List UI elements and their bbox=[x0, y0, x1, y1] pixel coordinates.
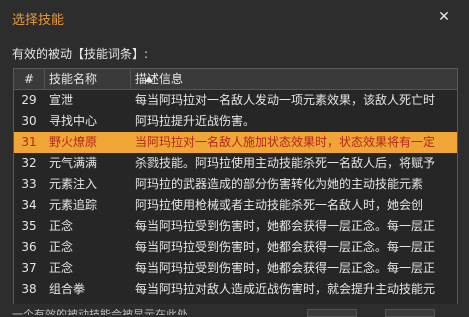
select-skill-dialog: 选择技能 ✕ 有效的被动【技能词条】: # 技能名称 描述信息 29 宣泄 每当阿玛… bbox=[0, 0, 469, 317]
table-row[interactable]: 33 元素注入 阿玛拉的武器造成的部分伤害转化为她的主动技能元素 bbox=[14, 174, 457, 195]
dialog-titlebar: 选择技能 ✕ bbox=[0, 0, 469, 36]
dialog-title: 选择技能 bbox=[12, 13, 65, 28]
row-num: 38 bbox=[21, 282, 37, 296]
column-header-num[interactable]: # bbox=[14, 69, 45, 89]
row-skill-name: 元素注入 bbox=[49, 177, 98, 191]
row-num: 34 bbox=[21, 198, 37, 212]
row-skill-name: 正念 bbox=[49, 219, 74, 233]
row-num: 32 bbox=[21, 156, 37, 170]
row-description: 当阿玛拉对一名敌人施加状态效果时，状态效果将有一定 bbox=[135, 135, 436, 149]
close-icon[interactable]: ✕ bbox=[437, 10, 451, 24]
column-header-desc[interactable]: 描述信息 bbox=[131, 69, 457, 89]
table-row[interactable]: 38 组合拳 每当阿玛拉对敌人造成近战伤害时，就会提升主动技能元 bbox=[14, 279, 457, 300]
table-row[interactable]: 34 元素追踪 阿玛拉使用枪械或者主动技能杀死一名敌人时，她会创 bbox=[14, 195, 457, 216]
row-skill-name: 野火燎原 bbox=[49, 135, 98, 149]
row-skill-name: 元气满满 bbox=[49, 156, 98, 170]
row-num: 37 bbox=[21, 261, 37, 275]
passive-skills-label: 有效的被动【技能词条】: bbox=[12, 47, 149, 61]
row-description: 每当阿玛拉对一名敌人发动一项元素效果，该敌人死亡时 bbox=[135, 93, 436, 107]
row-description: 每当阿玛拉受到伤害时，她都会获得一层正念。每一层正 bbox=[135, 261, 436, 275]
skills-table: # 技能名称 描述信息 29 宣泄 每当阿玛拉对一名敌人发动一项元素效果，该敌人死亡… bbox=[13, 68, 458, 305]
table-row[interactable]: 32 元气满满 杀戮技能。阿玛拉使用主动技能杀死一名敌人后，将赋予 bbox=[14, 153, 457, 174]
footer-hint: 一个有效的被动技能会被显示在此处 bbox=[12, 309, 312, 315]
row-description: 每当阿玛拉受到伤害时，她都会获得一层正念。每一层正 bbox=[135, 219, 436, 233]
table-row[interactable]: 35 正念 每当阿玛拉受到伤害时，她都会获得一层正念。每一层正 bbox=[14, 216, 457, 237]
row-skill-name: 正念 bbox=[49, 261, 74, 275]
table-row[interactable]: 31 野火燎原 当阿玛拉对一名敌人施加状态效果时，状态效果将有一定 bbox=[14, 132, 457, 153]
row-skill-name: 正念 bbox=[49, 240, 74, 254]
cancel-button[interactable] bbox=[385, 309, 435, 317]
table-row[interactable]: 36 正念 每当阿玛拉受到伤害时，她都会获得一层正念。每一层正 bbox=[14, 237, 457, 258]
table-row[interactable]: 29 宣泄 每当阿玛拉对一名敌人发动一项元素效果，该敌人死亡时 bbox=[14, 90, 457, 111]
row-description: 阿玛拉提升近战伤害。 bbox=[135, 114, 256, 128]
row-skill-name: 元素追踪 bbox=[49, 198, 98, 212]
table-row[interactable]: 30 寻找中心 阿玛拉提升近战伤害。 bbox=[14, 111, 457, 132]
row-num: 29 bbox=[21, 93, 37, 107]
confirm-button[interactable] bbox=[307, 309, 357, 317]
row-num: 33 bbox=[21, 177, 37, 191]
row-description: 每当阿玛拉受到伤害时，她都会获得一层正念。每一层正 bbox=[135, 240, 436, 254]
row-num: 31 bbox=[14, 132, 44, 153]
column-header-name-label: 技能名称 bbox=[49, 72, 98, 86]
row-skill-name: 组合拳 bbox=[49, 282, 86, 296]
row-num: 35 bbox=[21, 219, 37, 233]
row-description: 每当阿玛拉对敌人造成近战伤害时，就会提升主动技能元 bbox=[135, 282, 436, 296]
row-skill-name: 寻找中心 bbox=[49, 114, 98, 128]
table-header: # 技能名称 描述信息 bbox=[14, 69, 457, 90]
row-description: 杀戮技能。阿玛拉使用主动技能杀死一名敌人后，将赋予 bbox=[135, 156, 436, 170]
row-num: 30 bbox=[21, 114, 37, 128]
row-skill-name: 宣泄 bbox=[49, 93, 74, 107]
row-description: 阿玛拉使用枪械或者主动技能杀死一名敌人时，她会创 bbox=[135, 198, 424, 212]
row-num: 36 bbox=[21, 240, 37, 254]
column-header-name[interactable]: 技能名称 bbox=[45, 69, 153, 89]
row-description: 阿玛拉的武器造成的部分伤害转化为她的主动技能元素 bbox=[135, 177, 424, 191]
table-row[interactable]: 37 正念 每当阿玛拉受到伤害时，她都会获得一层正念。每一层正 bbox=[14, 258, 457, 279]
